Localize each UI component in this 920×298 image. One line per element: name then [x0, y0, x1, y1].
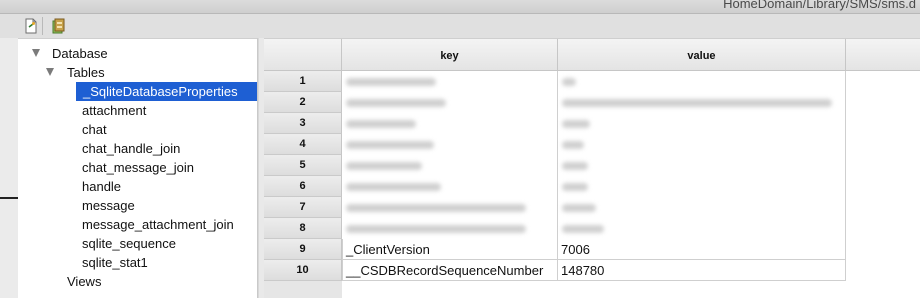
- grid-corner[interactable]: [264, 39, 342, 71]
- row-number[interactable]: 2: [264, 92, 342, 113]
- table-row[interactable]: 1: [264, 71, 846, 92]
- cell-value[interactable]: 148780: [558, 260, 846, 281]
- row-number[interactable]: 4: [264, 134, 342, 155]
- tree-item-label: message: [82, 198, 135, 213]
- row-number[interactable]: 6: [264, 176, 342, 197]
- redacted-key: [346, 225, 526, 233]
- tree-item-table[interactable]: message_attachment_join: [18, 215, 257, 234]
- redacted-key: [346, 162, 422, 170]
- tree-item-table[interactable]: message: [18, 196, 257, 215]
- disclosure-triangle-icon[interactable]: [46, 68, 54, 76]
- tree-item-label: sqlite_sequence: [82, 236, 176, 251]
- tree-item-table[interactable]: attachment: [18, 101, 257, 120]
- cell-key[interactable]: _ClientVersion: [342, 239, 558, 260]
- redacted-key: [346, 99, 446, 107]
- open-database-icon[interactable]: [51, 18, 67, 34]
- redacted-value: [562, 204, 596, 212]
- column-header-key[interactable]: key: [342, 39, 558, 71]
- disclosure-triangle-icon[interactable]: [32, 49, 40, 57]
- tree-item-label: chat: [82, 122, 107, 137]
- redacted-value: [562, 162, 588, 170]
- row-number[interactable]: 5: [264, 155, 342, 176]
- toolbar-separator: [42, 17, 43, 35]
- table-row[interactable]: 6: [264, 176, 846, 197]
- row-number[interactable]: 9: [264, 239, 342, 260]
- redacted-value: [562, 141, 584, 149]
- tree-label-tables: Tables: [67, 65, 105, 80]
- tree-item-table[interactable]: chat: [18, 120, 257, 139]
- tree-node-tables[interactable]: Tables: [18, 63, 257, 82]
- cell-value[interactable]: [558, 155, 846, 176]
- redacted-value: [562, 120, 590, 128]
- cell-value[interactable]: [558, 197, 846, 218]
- table-row[interactable]: 5: [264, 155, 846, 176]
- tree-item-table[interactable]: sqlite_sequence: [18, 234, 257, 253]
- row-number[interactable]: 1: [264, 71, 342, 92]
- redacted-value: [562, 225, 604, 233]
- row-number[interactable]: 10: [264, 260, 342, 281]
- redacted-key: [346, 141, 434, 149]
- row-number[interactable]: 7: [264, 197, 342, 218]
- toolbar: [0, 14, 920, 38]
- tree-item-label: handle: [82, 179, 122, 194]
- tree-node-database[interactable]: Database: [18, 44, 257, 63]
- tree-item-table[interactable]: sqlite_stat1: [18, 253, 257, 272]
- redacted-value: [562, 99, 832, 107]
- cell-value[interactable]: 7006: [558, 239, 846, 260]
- redacted-key: [346, 204, 526, 212]
- window-edge: [0, 38, 18, 298]
- redacted-key: [346, 120, 416, 128]
- row-number[interactable]: 8: [264, 218, 342, 239]
- redacted-value: [562, 183, 588, 191]
- cell-value[interactable]: [558, 176, 846, 197]
- table-row[interactable]: 10 __CSDBRecordSequenceNumber 148780: [264, 260, 846, 281]
- tree-item-label: message_attachment_join: [82, 217, 234, 232]
- cell-value[interactable]: [558, 134, 846, 155]
- tree-item-label: sqlite_stat1: [82, 255, 148, 270]
- tree-item-table[interactable]: chat_message_join: [18, 158, 257, 177]
- table-row[interactable]: 4: [264, 134, 846, 155]
- table-row[interactable]: 8: [264, 218, 846, 239]
- tree-item-table[interactable]: handle: [18, 177, 257, 196]
- title-bar: HomeDomain/Library/SMS/sms.d: [0, 0, 920, 14]
- tree-node-views[interactable]: Views: [18, 272, 257, 291]
- row-number[interactable]: 3: [264, 113, 342, 134]
- column-header-value[interactable]: value: [558, 39, 846, 71]
- cell-value[interactable]: [558, 71, 846, 92]
- tree-label-views: Views: [67, 274, 102, 289]
- table-row[interactable]: 2: [264, 92, 846, 113]
- database-tree: Database Tables _SqliteDatabasePropertie…: [18, 38, 258, 298]
- cell-key[interactable]: __CSDBRecordSequenceNumber: [342, 260, 558, 281]
- edge-divider: [0, 197, 18, 199]
- data-grid: key value 1 2 3 4 5 6 7 8 9 _ClientVersi…: [264, 38, 920, 298]
- tree-item-table[interactable]: chat_handle_join: [18, 139, 257, 158]
- table-row[interactable]: 7: [264, 197, 846, 218]
- cell-value[interactable]: [558, 113, 846, 134]
- redacted-value: [562, 78, 576, 86]
- table-row[interactable]: 9 _ClientVersion 7006: [264, 239, 846, 260]
- redacted-key: [346, 78, 436, 86]
- tree-item-label: attachment: [82, 103, 147, 118]
- redacted-key: [346, 183, 441, 191]
- table-row[interactable]: 3: [264, 113, 846, 134]
- window-title: HomeDomain/Library/SMS/sms.d: [723, 0, 916, 11]
- new-document-icon[interactable]: [23, 18, 39, 34]
- tree-item-table[interactable]: _SqliteDatabaseProperties: [18, 82, 257, 101]
- tree-item-label: _SqliteDatabaseProperties: [76, 82, 257, 101]
- tree-item-label: chat_message_join: [82, 160, 195, 175]
- tree-label-database: Database: [52, 46, 108, 61]
- grid-header: key value: [264, 39, 920, 71]
- tree-item-label: chat_handle_join: [82, 141, 181, 156]
- column-header-filler: [846, 39, 920, 71]
